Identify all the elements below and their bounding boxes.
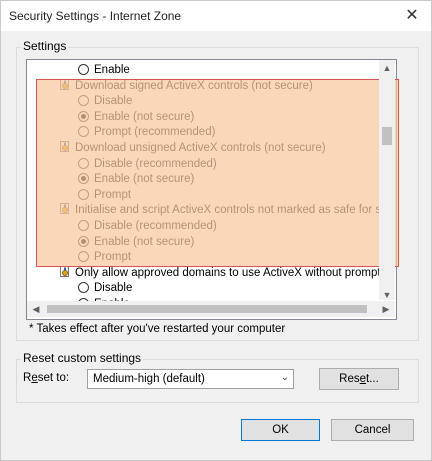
scroll-right-icon[interactable]: ▶ bbox=[379, 304, 393, 314]
row-label: Only allow approved domains to use Activ… bbox=[75, 266, 381, 279]
radio-unselected[interactable] bbox=[78, 220, 89, 231]
setting-option[interactable]: Disable (recommended) bbox=[78, 218, 217, 234]
setting-option[interactable]: Prompt bbox=[78, 249, 131, 265]
row-label: Enable (not secure) bbox=[94, 235, 195, 248]
setting-gear-icon bbox=[60, 141, 70, 153]
setting-category: Only allow approved domains to use Activ… bbox=[60, 265, 381, 281]
row-label: Disable bbox=[94, 95, 133, 108]
row-label: Download signed ActiveX controls (not se… bbox=[75, 79, 313, 92]
setting-option[interactable]: Disable bbox=[78, 93, 132, 109]
setting-gear-icon bbox=[60, 265, 70, 278]
reset-level-dropdown[interactable]: Medium-high (default) ⌄ bbox=[87, 369, 294, 389]
setting-option[interactable]: Disable bbox=[78, 280, 132, 296]
setting-option[interactable]: Disable (recommended) bbox=[78, 156, 217, 172]
setting-option[interactable]: Prompt bbox=[78, 187, 131, 203]
reset-group-label: Reset custom settings bbox=[21, 351, 144, 365]
ok-button[interactable]: OK bbox=[241, 419, 320, 441]
setting-option[interactable]: Enable (not secure) bbox=[78, 234, 194, 250]
scroll-up-icon[interactable]: ▲ bbox=[380, 63, 394, 73]
radio-unselected[interactable] bbox=[78, 282, 89, 294]
close-icon[interactable]: ✕ bbox=[401, 5, 423, 27]
restart-note: * Takes effect after you've restarted yo… bbox=[29, 323, 286, 335]
reset-level-value: Medium-high (default) bbox=[93, 373, 205, 385]
radio-unselected[interactable] bbox=[78, 95, 89, 107]
setting-gear-icon bbox=[60, 78, 70, 91]
row-label: Disable bbox=[94, 282, 133, 295]
horizontal-scroll-thumb[interactable] bbox=[47, 305, 367, 313]
setting-option[interactable]: Enable bbox=[78, 62, 130, 78]
row-label: Prompt bbox=[94, 251, 132, 264]
title-bar: Security Settings - Internet Zone ✕ bbox=[1, 1, 431, 31]
row-label: Download unsigned ActiveX controls (not … bbox=[75, 142, 326, 154]
reset-to-label: Reset to: bbox=[23, 372, 70, 384]
radio-unselected[interactable] bbox=[78, 157, 89, 169]
radio-unselected[interactable] bbox=[78, 64, 89, 75]
setting-category: Download unsigned ActiveX controls (not … bbox=[60, 140, 326, 156]
chevron-down-icon: ⌄ bbox=[280, 372, 289, 383]
radio-unselected[interactable] bbox=[78, 251, 89, 263]
scroll-left-icon[interactable]: ◀ bbox=[29, 304, 43, 314]
settings-group-label: Settings bbox=[21, 39, 69, 53]
cancel-button[interactable]: Cancel bbox=[331, 419, 414, 441]
security-settings-dialog: Security Settings - Internet Zone ✕ Sett… bbox=[0, 0, 432, 461]
radio-selected[interactable] bbox=[78, 235, 89, 247]
dialog-title: Security Settings - Internet Zone bbox=[9, 9, 182, 23]
setting-category: Initialise and script ActiveX controls n… bbox=[60, 202, 387, 218]
reset-button[interactable]: Reset... bbox=[319, 368, 399, 390]
row-label: Disable (recommended) bbox=[94, 157, 217, 170]
row-label: Enable (not secure) bbox=[94, 173, 195, 186]
setting-option[interactable]: Prompt (recommended) bbox=[78, 124, 215, 140]
row-label: Prompt bbox=[94, 188, 132, 201]
settings-list[interactable]: Enable Download signed ActiveX controls (… bbox=[26, 59, 397, 320]
setting-gear-icon bbox=[60, 203, 70, 215]
radio-selected[interactable] bbox=[78, 110, 89, 122]
row-label: Disable (recommended) bbox=[94, 220, 217, 232]
vertical-scroll-thumb[interactable] bbox=[382, 127, 392, 145]
row-label: Enable bbox=[94, 64, 130, 76]
scroll-down-icon[interactable]: ▼ bbox=[380, 290, 394, 300]
row-label: Prompt (recommended) bbox=[94, 126, 216, 139]
row-label: Enable (not secure) bbox=[94, 110, 195, 123]
setting-option[interactable]: Enable (not secure) bbox=[78, 109, 194, 125]
setting-category: Download signed ActiveX controls (not se… bbox=[60, 78, 313, 94]
radio-unselected[interactable] bbox=[78, 126, 89, 138]
vertical-scrollbar[interactable] bbox=[379, 60, 395, 300]
row-label: Initialise and script ActiveX controls n… bbox=[75, 204, 387, 217]
setting-option[interactable]: Enable (not secure) bbox=[78, 171, 194, 187]
radio-unselected[interactable] bbox=[78, 188, 89, 200]
radio-selected[interactable] bbox=[78, 173, 89, 185]
